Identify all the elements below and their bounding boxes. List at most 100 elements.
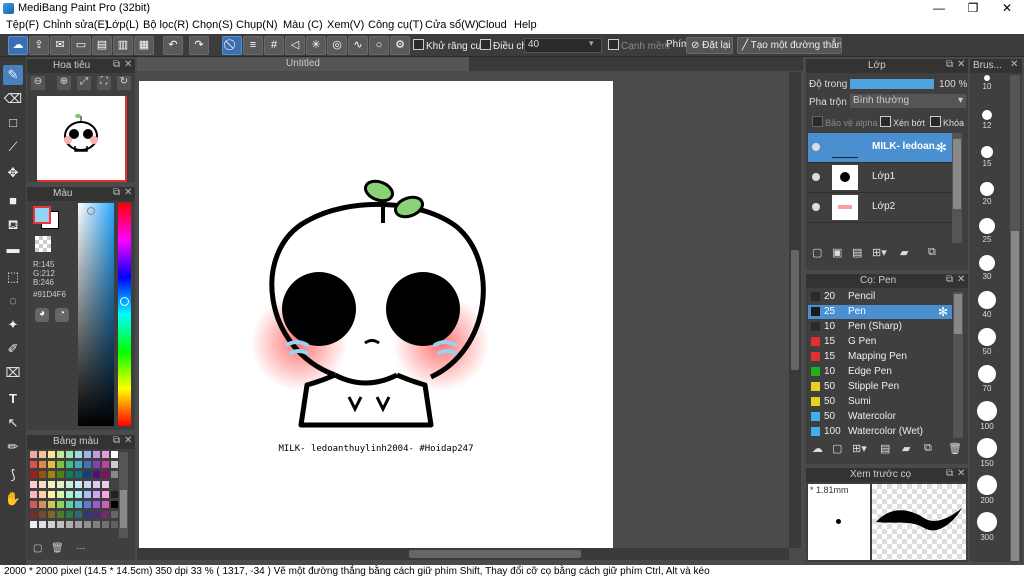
close-icon[interactable]: ✕ [124,59,132,70]
brush-size-dot[interactable] [978,291,996,309]
add-brush-menu-icon[interactable]: ⊞▾ [852,442,867,455]
zoom-out-icon[interactable]: ⊖ [31,76,45,90]
ellipse-ruler-icon[interactable]: ○ [369,36,389,55]
duplicate-icon[interactable]: ⧉ [924,442,932,455]
palette-swatch[interactable] [39,501,46,508]
palette-swatch[interactable] [84,511,91,518]
maximize-button[interactable]: ❐ [956,0,990,17]
palette-swatch[interactable] [57,511,64,518]
palette-swatch[interactable] [111,451,118,458]
duplicate-icon[interactable]: ⧉ [928,246,936,259]
palette-swatch[interactable] [66,511,73,518]
palette-swatch[interactable] [93,461,100,468]
line-tool-icon[interactable]: ⟋ [3,137,23,157]
palette-scrollbar[interactable] [119,452,128,538]
menu-help[interactable]: Help [514,19,537,31]
palette-swatch[interactable] [30,471,37,478]
rotate-icon[interactable]: ↻ [117,76,131,90]
palette-swatch[interactable] [111,471,118,478]
saturation-value-picker[interactable] [78,203,114,426]
brush-item[interactable]: 15 Mapping Pen [808,350,952,364]
color-wheel-icon[interactable]: ◔ [55,308,69,322]
eye-icon[interactable] [812,173,820,181]
undo-icon[interactable]: ↶ [163,36,183,55]
palette-swatch[interactable] [30,451,37,458]
palette-swatch[interactable] [57,501,64,508]
minimize-button[interactable]: — [922,0,956,17]
select-pen-tool-icon[interactable]: ✐ [3,339,23,359]
menu-capture[interactable]: Chụp(N) [236,19,278,31]
brush-size-dot[interactable] [977,401,997,421]
palette-swatch[interactable] [48,521,55,528]
brush-size-dot[interactable] [981,146,993,158]
palette-swatch[interactable] [84,481,91,488]
vanish-ruler-icon[interactable]: ◁ [285,36,305,55]
menu-layer[interactable]: Lớp(L) [106,19,139,31]
drawing-paper[interactable]: MILK- ledoanthuylinh2004- #Hoidap247 [139,81,613,548]
hue-slider[interactable] [118,203,131,426]
palette-swatch[interactable] [30,501,37,508]
palette-swatch[interactable] [102,501,109,508]
parallel-ruler-icon[interactable]: ≡ [243,36,263,55]
redo-icon[interactable]: ↷ [189,36,209,55]
palette-swatch[interactable] [66,471,73,478]
navigator-thumbnail[interactable] [37,96,127,182]
grid-icon[interactable]: ▦ [134,36,154,55]
hand-tool-icon[interactable]: ✋ [3,489,23,509]
popout-icon[interactable]: ⧉ [113,187,120,198]
palette-swatch[interactable] [66,501,73,508]
brush-item[interactable]: 50 Sumi [808,395,952,409]
palette-swatch[interactable] [84,491,91,498]
palette-swatch[interactable] [75,521,82,528]
folder-icon[interactable]: ▰ [900,246,908,259]
brush-item[interactable]: 20 Pencil [808,290,952,304]
palette-swatch[interactable] [39,481,46,488]
palette-swatch[interactable] [93,481,100,488]
palette-swatch[interactable] [111,501,118,508]
brush-size-dot[interactable] [982,110,992,120]
palette-swatch[interactable] [48,511,55,518]
popout-icon[interactable]: ⧉ [113,59,120,70]
palette-swatch[interactable] [30,461,37,468]
cross-ruler-icon[interactable]: # [264,36,284,55]
palette-swatch[interactable] [48,491,55,498]
import-brush-icon[interactable]: ▤ [880,442,890,455]
brush-size-dot[interactable] [978,328,996,346]
palette-swatch[interactable] [102,471,109,478]
settings-icon[interactable]: ⚙ [390,36,410,55]
palette-swatch[interactable] [102,521,109,528]
palette-swatch[interactable] [39,461,46,468]
menu-tools[interactable]: Công cụ(T) [368,19,423,31]
lock-checkbox[interactable]: Khóa [930,116,964,128]
new-halftone-layer-icon[interactable]: ▣ [832,246,842,259]
zoom-in-icon[interactable]: ⊕ [57,76,71,90]
palette-swatch[interactable] [48,471,55,478]
palette-swatch[interactable] [84,461,91,468]
opacity-slider[interactable] [850,79,934,89]
antialias-checkbox[interactable]: Khử răng cưa [413,39,488,52]
fit-icon[interactable]: ⤢ [77,76,91,90]
gradient-tool-icon[interactable]: ▬ [3,239,23,259]
palette-swatch[interactable] [111,461,118,468]
palette-swatch[interactable] [39,471,46,478]
brush-size-dot[interactable] [979,255,995,271]
palette-swatch[interactable] [30,511,37,518]
eyedropper-tool-icon[interactable]: ⟆ [3,465,23,485]
palette-swatch[interactable] [102,481,109,488]
palette-swatch[interactable] [30,521,37,528]
gear-icon[interactable]: ✻ [936,140,947,156]
blur-tool-icon[interactable]: ✏ [3,437,23,457]
sv-cursor[interactable] [87,207,95,215]
palette-swatch[interactable] [39,521,46,528]
brush-size-dot[interactable] [980,182,994,196]
brush-size-dot[interactable] [977,512,997,532]
layer-row[interactable]: Lớp1 [808,163,952,193]
palette-swatch[interactable] [66,491,73,498]
eraser-tool-icon[interactable]: ⌫ [3,89,23,109]
chevron-down-icon[interactable]: ▾ [589,38,594,49]
add-layer-menu-icon[interactable]: ⊞▾ [872,246,887,259]
palette-swatch[interactable] [102,451,109,458]
close-icon[interactable]: ✕ [124,435,132,446]
straight-line-button[interactable]: ╱ Tạo một đường thẳng [737,37,842,54]
layer-row[interactable]: MILK- ledoan... ✻ [808,133,952,163]
